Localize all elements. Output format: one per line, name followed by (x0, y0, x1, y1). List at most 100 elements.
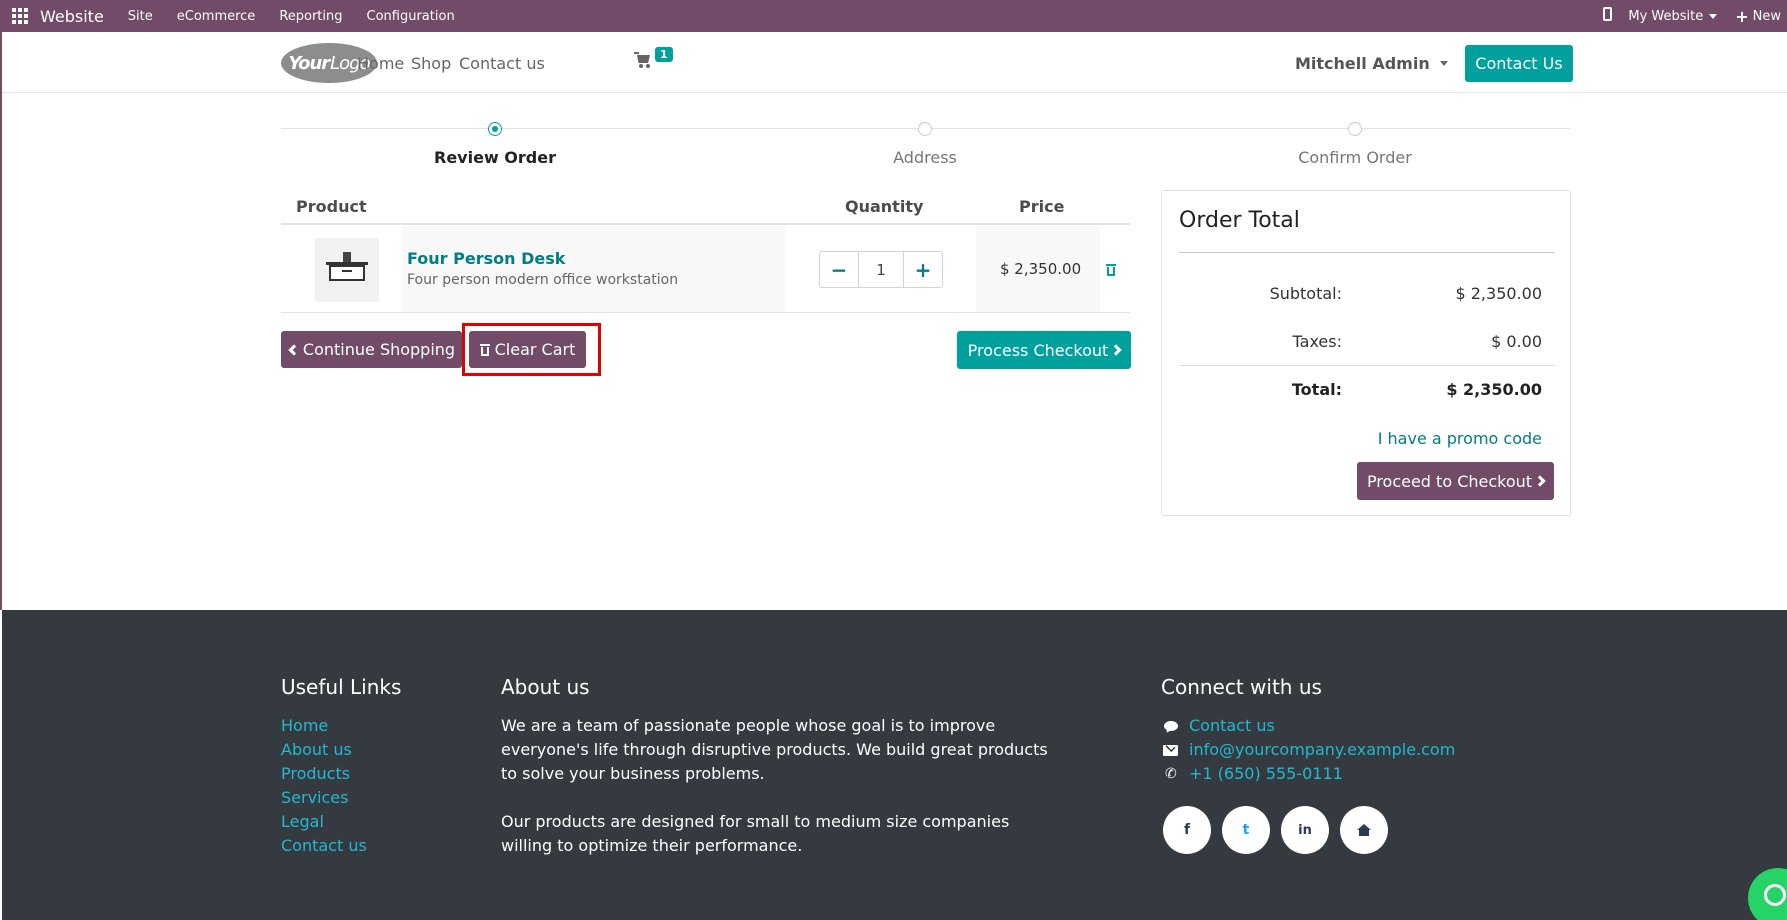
plus-icon: + (1735, 6, 1749, 26)
apps-menu-icon[interactable] (0, 0, 40, 32)
user-name: Mitchell Admin (1295, 54, 1430, 73)
useful-links-title: Useful Links (281, 675, 402, 699)
footer-phone-link[interactable]: +1 (650) 555-0111 (1189, 764, 1343, 783)
column-header-price: Price (1019, 197, 1065, 216)
process-checkout-button[interactable]: Process Checkout (957, 331, 1131, 369)
menu-configuration[interactable]: Configuration (367, 9, 455, 24)
quantity-input[interactable]: 1 (858, 252, 904, 287)
chevron-right-icon (1534, 475, 1546, 487)
connect-title: Connect with us (1161, 675, 1322, 699)
column-header-quantity: Quantity (845, 197, 924, 216)
frame-edge (0, 32, 2, 610)
website-selector-label: My Website (1628, 8, 1704, 24)
about-line: everyone's life through disruptive produ… (501, 740, 1048, 759)
wizard-step-dot-review[interactable] (488, 122, 502, 136)
nav-home[interactable]: Home (357, 54, 404, 73)
decrease-quantity-button[interactable]: − (820, 252, 858, 287)
table-row-divider (281, 312, 1131, 313)
product-description: Four person modern office workstation (407, 272, 679, 288)
order-total-card: Order Total Subtotal: $ 2,350.00 Taxes: … (1161, 190, 1571, 516)
comment-icon (1163, 720, 1179, 735)
site-footer: Useful Links Home About us Products Serv… (2, 610, 1787, 920)
process-checkout-label: Process Checkout (967, 340, 1109, 360)
footer-link-about-us[interactable]: About us (281, 740, 352, 759)
about-us-paragraph-2: Our products are designed for small to m… (501, 810, 1009, 858)
facebook-icon[interactable]: f (1163, 806, 1211, 854)
caret-down-icon (1439, 61, 1448, 66)
chevron-right-icon (1110, 344, 1122, 356)
nav-shop[interactable]: Shop (411, 54, 451, 73)
menu-ecommerce[interactable]: eCommerce (177, 9, 256, 24)
proceed-to-checkout-label: Proceed to Checkout (1366, 471, 1533, 491)
table-header-divider (281, 223, 1131, 225)
about-line: to solve your business problems. (501, 764, 765, 783)
wizard-step-confirm-order[interactable]: Confirm Order (1255, 148, 1455, 167)
desk-image (326, 252, 368, 286)
facebook-glyph: f (1183, 822, 1191, 838)
user-menu[interactable]: Mitchell Admin (1295, 54, 1448, 73)
total-value: $ 2,350.00 (1446, 380, 1542, 399)
subtotal-value: $ 2,350.00 (1455, 284, 1542, 303)
footer-link-home[interactable]: Home (281, 716, 328, 735)
footer-contact-us-link[interactable]: Contact us (1189, 716, 1275, 735)
about-line: willing to optimize their performance. (501, 836, 803, 855)
nav-contact-us[interactable]: Contact us (459, 54, 545, 73)
phone-icon: ✆ (1165, 766, 1177, 782)
cart-icon (634, 52, 652, 68)
continue-shopping-label: Continue Shopping (302, 340, 456, 359)
promo-code-link[interactable]: I have a promo code (1378, 429, 1542, 448)
odoo-top-bar: Website Site eCommerce Reporting Configu… (0, 0, 1787, 32)
twitter-icon[interactable]: t (1222, 806, 1270, 854)
order-total-title: Order Total (1179, 208, 1300, 233)
app-brand[interactable]: Website (40, 7, 104, 26)
quantity-stepper: − 1 + (819, 251, 943, 288)
product-thumbnail[interactable] (315, 238, 379, 302)
total-label: Total: (1291, 380, 1342, 399)
footer-link-services[interactable]: Services (281, 788, 348, 807)
twitter-glyph: t (1242, 822, 1250, 838)
taxes-value: $ 0.00 (1491, 332, 1542, 351)
mobile-preview-icon[interactable] (1603, 7, 1613, 25)
about-us-paragraph-1: We are a team of passionate people whose… (501, 714, 1048, 786)
linkedin-icon[interactable]: in (1281, 806, 1329, 854)
contact-us-button[interactable]: Contact Us (1465, 45, 1573, 82)
subtotal-label: Subtotal: (1269, 284, 1342, 303)
wizard-step-dot-address[interactable] (918, 122, 932, 136)
taxes-label: Taxes: (1292, 332, 1342, 351)
remove-item-trash-icon[interactable] (1106, 264, 1116, 276)
line-price: $ 2,350.00 (1000, 260, 1082, 278)
caret-down-icon (1709, 13, 1718, 19)
new-label: New (1752, 8, 1781, 24)
footer-link-contact-us[interactable]: Contact us (281, 836, 367, 855)
home-icon[interactable] (1340, 806, 1388, 854)
wizard-step-dot-confirm[interactable] (1348, 122, 1362, 136)
linkedin-glyph: in (1298, 822, 1312, 838)
about-line: Our products are designed for small to m… (501, 812, 1010, 831)
wizard-step-address[interactable]: Address (825, 148, 1025, 167)
product-name-link[interactable]: Four Person Desk (407, 249, 565, 268)
highlight-box (462, 323, 601, 376)
menu-reporting[interactable]: Reporting (279, 9, 342, 24)
cart-link[interactable]: 1 (634, 47, 673, 72)
footer-link-legal[interactable]: Legal (281, 812, 324, 831)
about-line: We are a team of passionate people whose… (501, 716, 996, 735)
table-row (402, 226, 785, 312)
chevron-left-icon (288, 343, 300, 356)
website-selector[interactable]: My Website (1628, 8, 1718, 24)
footer-email-link[interactable]: info@yourcompany.example.com (1189, 740, 1455, 759)
column-header-product: Product (296, 197, 367, 216)
cart-count-badge: 1 (655, 47, 673, 62)
about-us-title: About us (501, 675, 590, 699)
new-button[interactable]: + New (1735, 7, 1781, 26)
card-divider (1179, 365, 1555, 366)
continue-shopping-button[interactable]: Continue Shopping (281, 331, 462, 368)
proceed-to-checkout-button[interactable]: Proceed to Checkout (1357, 462, 1554, 500)
menu-site[interactable]: Site (128, 9, 153, 24)
card-divider (1179, 252, 1555, 253)
site-header: Your Logo Home Shop Contact us 1 Mitchell… (2, 32, 1787, 93)
footer-link-products[interactable]: Products (281, 764, 350, 783)
logo-text-your: Your (288, 52, 330, 74)
wizard-step-review-order[interactable]: Review Order (395, 148, 595, 167)
increase-quantity-button[interactable]: + (904, 252, 942, 287)
envelope-icon (1163, 744, 1179, 758)
